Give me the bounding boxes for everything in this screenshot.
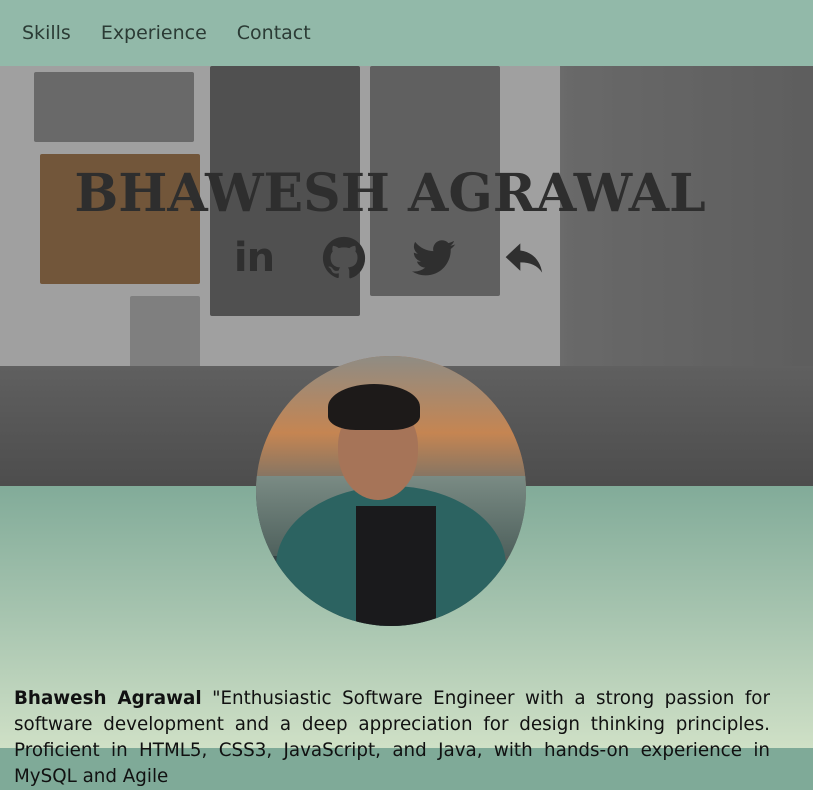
top-nav: Skills Experience Contact [0, 0, 813, 66]
github-icon[interactable] [320, 234, 368, 282]
bio-paragraph: Bhawesh Agrawal "Enthusiastic Software E… [14, 686, 770, 790]
hero-name-title: BHAWESH AGRAWAL [74, 162, 706, 224]
linkedin-icon[interactable]: in [230, 234, 278, 282]
twitter-icon[interactable] [410, 234, 458, 282]
linkedin-text: in [233, 235, 275, 281]
bio-name: Bhawesh Agrawal [14, 688, 202, 709]
nav-link-contact[interactable]: Contact [237, 22, 311, 44]
reply-arrow-icon[interactable] [500, 234, 548, 282]
social-links: in [230, 234, 548, 282]
nav-link-skills[interactable]: Skills [22, 22, 71, 44]
profile-avatar [256, 356, 526, 626]
nav-link-experience[interactable]: Experience [101, 22, 207, 44]
